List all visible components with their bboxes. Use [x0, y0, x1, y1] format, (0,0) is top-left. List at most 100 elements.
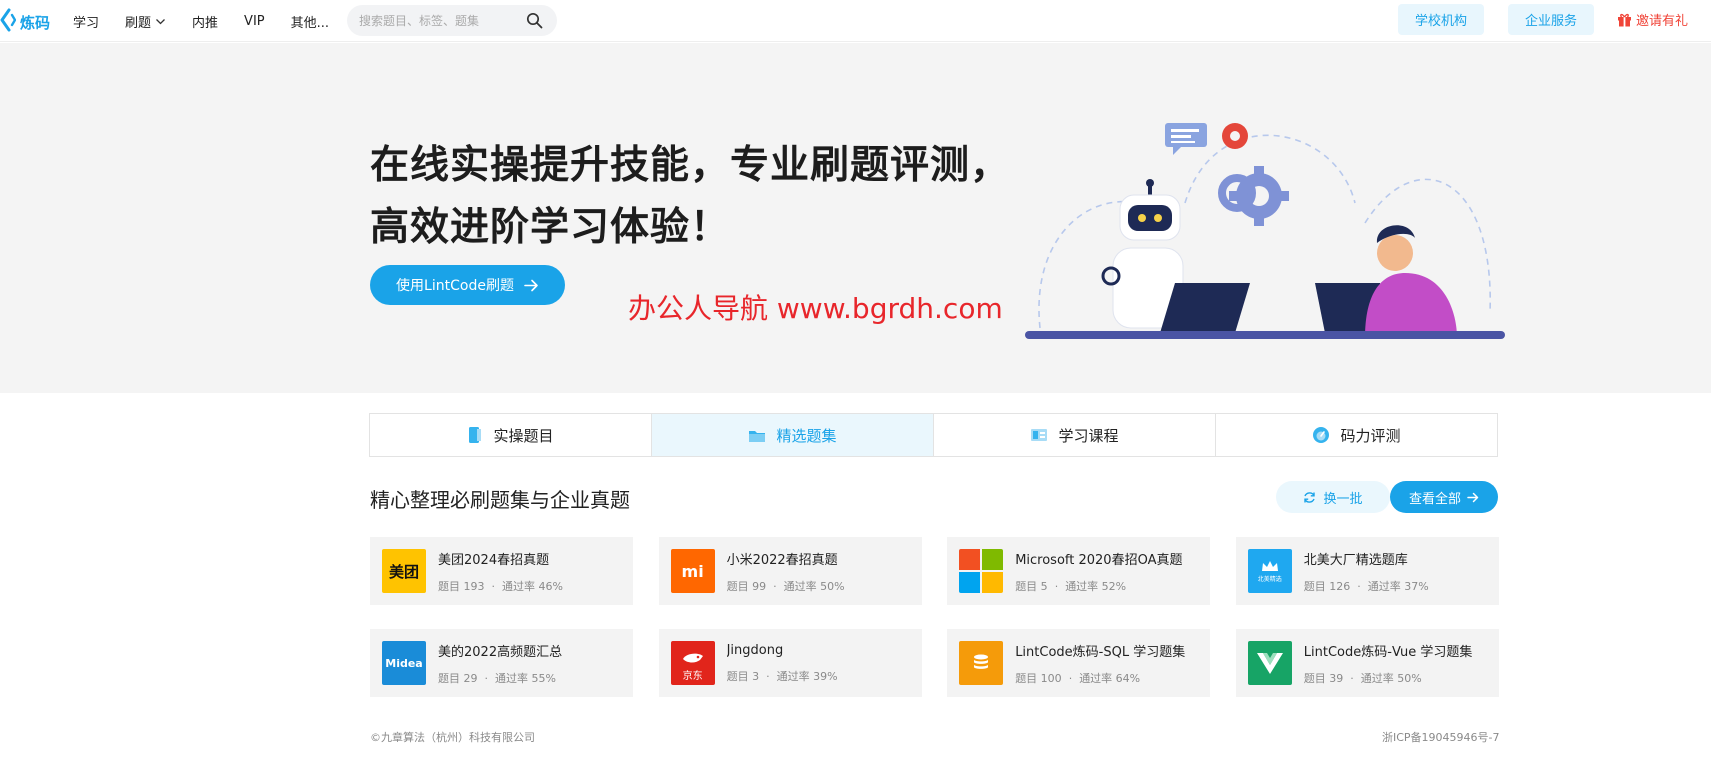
card-count: 题目 100 [1015, 671, 1062, 685]
section-title: 精心整理必刷题集与企业真题 [370, 488, 630, 512]
person-illustration [1365, 225, 1457, 338]
crown-icon [1261, 560, 1278, 571]
tab-label: 实操题目 [493, 426, 554, 445]
xiaomi-logo: mi [670, 549, 715, 593]
search-icon[interactable] [526, 12, 543, 33]
nav-item-vip[interactable]: VIP [244, 14, 265, 29]
card-count: 题目 99 [726, 579, 767, 593]
card-count: 题目 5 [1015, 579, 1048, 593]
meituan-logo: 美团 [382, 549, 426, 593]
gear-icon [1218, 123, 1289, 226]
tab-label: 精选题集 [776, 426, 837, 445]
card-pass-rate: 通过率 37% [1367, 579, 1429, 593]
hero-banner: 在线实操提升技能，专业刷题评测， 高效进阶学习体验！ 使用LintCode刷题 … [0, 43, 1711, 393]
jd-logo: 京东 [670, 641, 715, 685]
card-title: Microsoft 2020春招OA真题 [1015, 552, 1183, 568]
card-count: 题目 3 [726, 669, 760, 683]
refresh-batch-button[interactable]: 换一批 [1276, 481, 1390, 513]
invite-link[interactable]: 邀请有礼 [1617, 10, 1688, 29]
problem-set-card[interactable]: 京东 Jingdong 题目 3 · 通过率 39% [658, 629, 922, 697]
view-all-button[interactable]: 查看全部 [1390, 481, 1498, 513]
folder-icon [749, 430, 766, 442]
search-input[interactable] [359, 13, 519, 28]
search-box [347, 5, 557, 36]
tab-courses[interactable]: 学习课程 [933, 413, 1216, 457]
school-button[interactable]: 学校机构 [1398, 4, 1484, 35]
view-all-label: 查看全部 [1408, 491, 1461, 507]
tab-label: 学习课程 [1058, 426, 1119, 445]
card-count: 题目 29 [438, 671, 478, 685]
hero-illustration [1025, 123, 1505, 339]
invite-label: 邀请有礼 [1636, 14, 1689, 29]
problem-set-card[interactable]: 美团 美团2024春招真题 题目 193 · 通过率 46% [370, 537, 633, 605]
tab-practice-problems[interactable]: 实操题目 [369, 413, 652, 457]
card-title: 美的2022高频题汇总 [438, 644, 563, 660]
card-pass-rate: 通过率 50% [783, 579, 845, 593]
watermark-text: 办公人导航 www.bgrdh.com [628, 292, 1003, 325]
card-pass-rate: 通过率 64% [1079, 671, 1141, 685]
footer-icp-link[interactable]: 浙ICP备19045946号-7 [1382, 729, 1500, 745]
database-icon [959, 641, 1004, 685]
hero-title: 在线实操提升技能，专业刷题评测， 高效进阶学习体验！ [370, 135, 1010, 259]
enterprise-button-label: 企业服务 [1524, 14, 1577, 29]
card-pass-rate: 通过率 50% [1360, 671, 1422, 685]
tab-curated-sets[interactable]: 精选题集 [651, 413, 934, 457]
nav-label: 学习 [73, 15, 100, 31]
nav-item-more[interactable]: 其他... [291, 12, 329, 31]
problem-set-grid: 美团 美团2024春招真题 题目 193 · 通过率 46% mi 小米2022春招… [370, 537, 1499, 697]
problem-set-card[interactable]: Microsoft 2020春招OA真题 题目 5 · 通过率 52% [947, 537, 1211, 605]
nav-label: VIP [244, 13, 265, 29]
card-title: 美团2024春招真题 [438, 552, 550, 568]
arrow-right-icon [1467, 492, 1479, 502]
main-nav: 学习 刷题 内推 VIP 其他... [73, 0, 355, 42]
jd-dog-icon [682, 653, 703, 663]
school-button-label: 学校机构 [1414, 14, 1467, 29]
hero-title-line-1: 在线实操提升技能，专业刷题评测， [370, 143, 1011, 188]
hero-title-line-2: 高效进阶学习体验！ [370, 205, 731, 250]
nav-item-practice[interactable]: 刷题 [125, 12, 166, 31]
nav-item-study[interactable]: 学习 [73, 12, 99, 31]
problem-set-card[interactable]: LintCode炼码-SQL 学习题集 题目 100 · 通过率 64% [947, 629, 1211, 697]
logo-text: 炼码 [20, 13, 51, 32]
midea-logo: Midea [382, 641, 426, 685]
problem-set-card[interactable]: 北美精选 北美大厂精选题库 题目 126 · 通过率 37% [1235, 537, 1499, 605]
arrow-right-icon [524, 279, 538, 291]
start-practice-button[interactable]: 使用LintCode刷题 [370, 265, 565, 305]
enterprise-button[interactable]: 企业服务 [1508, 4, 1594, 35]
gauge-icon [1313, 427, 1330, 443]
crown-badge-logo: 北美精选 [1247, 549, 1292, 593]
card-title: 北美大厂精选题库 [1303, 552, 1408, 568]
tab-assessment[interactable]: 码力评测 [1215, 413, 1498, 457]
card-pass-rate: 通过率 52% [1065, 579, 1127, 593]
course-icon [1031, 429, 1048, 441]
gift-icon [1618, 13, 1631, 27]
problem-set-card[interactable]: LintCode炼码-Vue 学习题集 题目 39 · 通过率 50% [1235, 629, 1499, 697]
card-pass-rate: 通过率 39% [776, 669, 838, 683]
category-tabs: 实操题目 精选题集 学习课程 码力评测 [369, 413, 1498, 457]
problem-set-card[interactable]: mi 小米2022春招真题 题目 99 · 通过率 50% [658, 537, 922, 605]
card-pass-rate: 通过率 55% [495, 671, 556, 685]
problem-set-card[interactable]: Midea 美的2022高频题汇总 题目 29 · 通过率 55% [370, 629, 633, 697]
card-count: 题目 193 [438, 579, 485, 593]
vue-logo [1247, 641, 1292, 685]
footer-copyright: ©九章算法（杭州）科技有限公司 [370, 731, 535, 744]
site-logo[interactable]: 炼码 [0, 8, 50, 36]
refresh-icon [1304, 491, 1316, 503]
microsoft-logo [959, 549, 1004, 593]
cta-label: 使用LintCode刷题 [396, 278, 514, 294]
card-count: 题目 126 [1303, 579, 1351, 593]
card-pass-rate: 通过率 46% [502, 579, 563, 593]
nav-label: 内推 [192, 15, 219, 31]
nav-label: 其他... [290, 15, 330, 31]
nav-label: 刷题 [125, 15, 152, 31]
book-icon [469, 427, 482, 443]
refresh-batch-label: 换一批 [1323, 491, 1363, 507]
top-header: 炼码 学习 刷题 内推 VIP 其他... 学校机构 企业服务 邀请有礼 [0, 0, 1711, 42]
card-count: 题目 39 [1303, 671, 1344, 685]
nav-item-referral[interactable]: 内推 [192, 12, 218, 31]
card-title: LintCode炼码-Vue 学习题集 [1303, 644, 1473, 660]
logo-icon [0, 8, 17, 36]
tab-label: 码力评测 [1340, 426, 1401, 445]
card-title: 小米2022春招真题 [726, 552, 838, 568]
card-title: LintCode炼码-SQL 学习题集 [1015, 644, 1186, 660]
